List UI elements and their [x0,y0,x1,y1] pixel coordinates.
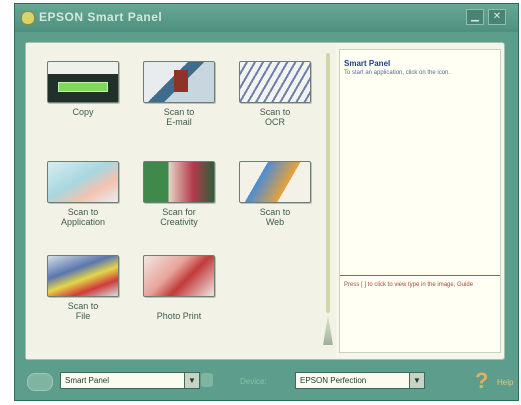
panel-select-value: Smart Panel [65,376,110,385]
main-panel: Copy Scan to E-mail Scan to OCR Scan to … [25,42,505,360]
info-description: To start an application, click on the ic… [344,70,451,76]
device-label: Device: [240,377,267,386]
file-folders-icon [47,255,119,297]
slider-thumb[interactable] [323,315,333,345]
info-divider [340,275,500,276]
app-tile-scan-web[interactable]: Scan to Web [232,161,318,239]
device-select-value: EPSON Perfection [300,376,367,385]
help-label[interactable]: Help [497,378,513,387]
app-tile-scan-ocr[interactable]: Scan to OCR [232,61,318,139]
smart-panel-window: EPSON Smart Panel ▁ ✕ Copy Scan to E-mai… [14,3,519,401]
app-tile-scan-email[interactable]: Scan to E-mail [136,61,222,139]
app-label-photo-print: Photo Print [156,311,202,321]
app-label-scan-application: Scan to Application [60,207,106,227]
info-pane: Smart Panel To start an application, cli… [339,49,501,353]
window-title: EPSON Smart Panel [39,10,163,24]
app-label-scan-file: Scan to File [67,301,99,321]
creativity-icon [143,161,215,203]
title-bar[interactable]: EPSON Smart Panel ▁ ✕ [15,4,518,32]
info-help-text: Press [ ] to click to view type in the i… [344,282,474,288]
app-label-copy: Copy [72,107,94,117]
home-button-icon[interactable] [27,373,53,391]
chevron-down-icon[interactable]: ▼ [184,373,199,388]
application-icon [47,161,119,203]
app-tile-scan-creativity[interactable]: Scan for Creativity [136,161,222,239]
web-icon [239,161,311,203]
application-grid: Copy Scan to E-mail Scan to OCR Scan to … [26,43,336,359]
app-tile-copy[interactable]: Copy [40,61,126,139]
ocr-document-icon [239,61,311,103]
help-icon[interactable]: ? [475,368,488,394]
epson-app-icon [21,11,35,25]
panel-select[interactable]: Smart Panel ▼ [60,372,200,389]
app-tile-scan-application[interactable]: Scan to Application [40,161,126,239]
app-tile-photo-print[interactable]: Photo Print [136,255,222,333]
device-select[interactable]: EPSON Perfection ▼ [295,372,425,389]
app-label-scan-web: Scan to Web [259,207,291,227]
photo-print-icon [143,255,215,297]
close-button[interactable]: ✕ [488,9,506,25]
scanner-copy-icon [47,61,119,103]
app-label-scan-email: Scan to E-mail [163,107,195,127]
info-title: Smart Panel [344,59,391,68]
chevron-down-icon[interactable]: ▼ [409,373,424,388]
email-photo-icon [143,61,215,103]
app-tile-scan-file[interactable]: Scan to File [40,255,126,333]
slider-track [326,53,330,313]
minimize-button[interactable]: ▁ [466,9,484,25]
app-label-scan-creativity: Scan for Creativity [160,207,198,227]
app-label-scan-ocr: Scan to OCR [259,107,291,127]
vertical-slider[interactable] [323,53,333,353]
bottom-bar: Smart Panel ▼ Device: EPSON Perfection ▼… [15,368,518,400]
navigation-knob-icon[interactable] [201,373,213,387]
